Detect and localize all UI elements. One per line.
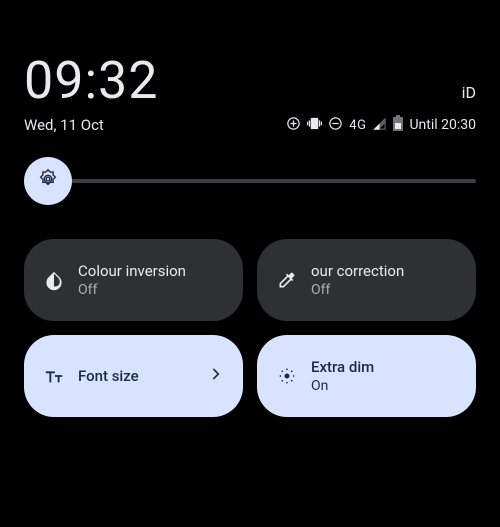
network-type: 4G xyxy=(349,118,366,133)
font-size-icon xyxy=(42,364,66,388)
brightness-slider[interactable] xyxy=(0,135,500,205)
tile-colour-correction[interactable]: our correction Off xyxy=(257,239,476,321)
carrier-label: iD xyxy=(462,83,476,102)
battery-icon xyxy=(393,115,403,135)
tile-title: Font size xyxy=(78,367,193,385)
vibrate-icon xyxy=(307,116,322,135)
eyedropper-icon xyxy=(275,268,299,292)
chevron-right-icon xyxy=(205,364,225,388)
signal-icon xyxy=(372,116,387,135)
invert-colors-icon xyxy=(42,268,66,292)
clock: 09:32 xyxy=(24,50,159,111)
tile-status: Off xyxy=(311,282,458,299)
status-icons: 4G Until 20:30 xyxy=(286,115,476,135)
tile-extra-dim[interactable]: Extra dim On xyxy=(257,335,476,417)
tile-colour-inversion[interactable]: Colour inversion Off xyxy=(24,239,243,321)
tile-status: On xyxy=(311,378,458,395)
tile-title: Extra dim xyxy=(311,358,458,376)
date-label: Wed, 11 Oct xyxy=(24,116,104,134)
tile-font-size[interactable]: Font size xyxy=(24,335,243,417)
tile-title: our correction xyxy=(311,262,458,280)
brightness-track[interactable] xyxy=(70,179,476,183)
tile-status: Off xyxy=(78,282,225,299)
battery-until: Until 20:30 xyxy=(409,117,476,133)
brightness-knob[interactable] xyxy=(24,157,72,205)
brightness-icon xyxy=(37,168,59,194)
dnd-icon xyxy=(328,116,343,135)
tile-title: Colour inversion xyxy=(78,262,225,280)
data-saver-icon xyxy=(286,116,301,135)
extra-dim-icon xyxy=(275,364,299,388)
